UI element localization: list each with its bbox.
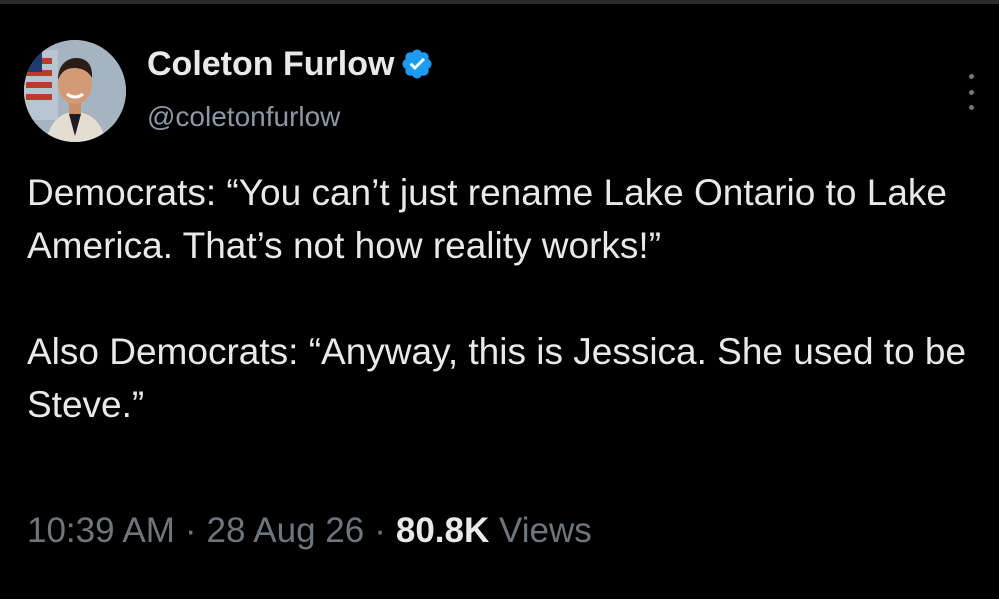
more-vertical-icon xyxy=(968,74,974,79)
tweet-time[interactable]: 10:39 AM xyxy=(27,511,175,551)
author-name-row: Coleton Furlow xyxy=(147,40,434,88)
author-handle[interactable]: @coletonfurlow xyxy=(147,101,340,133)
tweet-date[interactable]: 28 Aug 26 xyxy=(207,511,365,551)
meta-separator: · xyxy=(374,511,386,550)
profile-photo-icon xyxy=(24,40,126,142)
author-display-name[interactable]: Coleton Furlow xyxy=(147,45,394,84)
views-group[interactable]: 80.8K Views xyxy=(396,511,592,551)
tweet-card: Coleton Furlow @coletonfurlow Democrats:… xyxy=(0,0,999,599)
tweet-text: Democrats: “You can’t just rename Lake O… xyxy=(27,172,967,425)
views-label: Views xyxy=(499,511,592,550)
avatar[interactable] xyxy=(24,40,126,142)
more-vertical-icon xyxy=(968,89,974,95)
verified-badge-icon[interactable] xyxy=(400,47,434,81)
meta-separator: · xyxy=(184,511,197,550)
more-options-button[interactable] xyxy=(956,74,986,110)
more-vertical-icon xyxy=(968,105,974,110)
views-count: 80.8K xyxy=(395,511,490,550)
tweet-meta: 10:39 AM · 28 Aug 26 · 80.8K Views xyxy=(27,511,592,551)
